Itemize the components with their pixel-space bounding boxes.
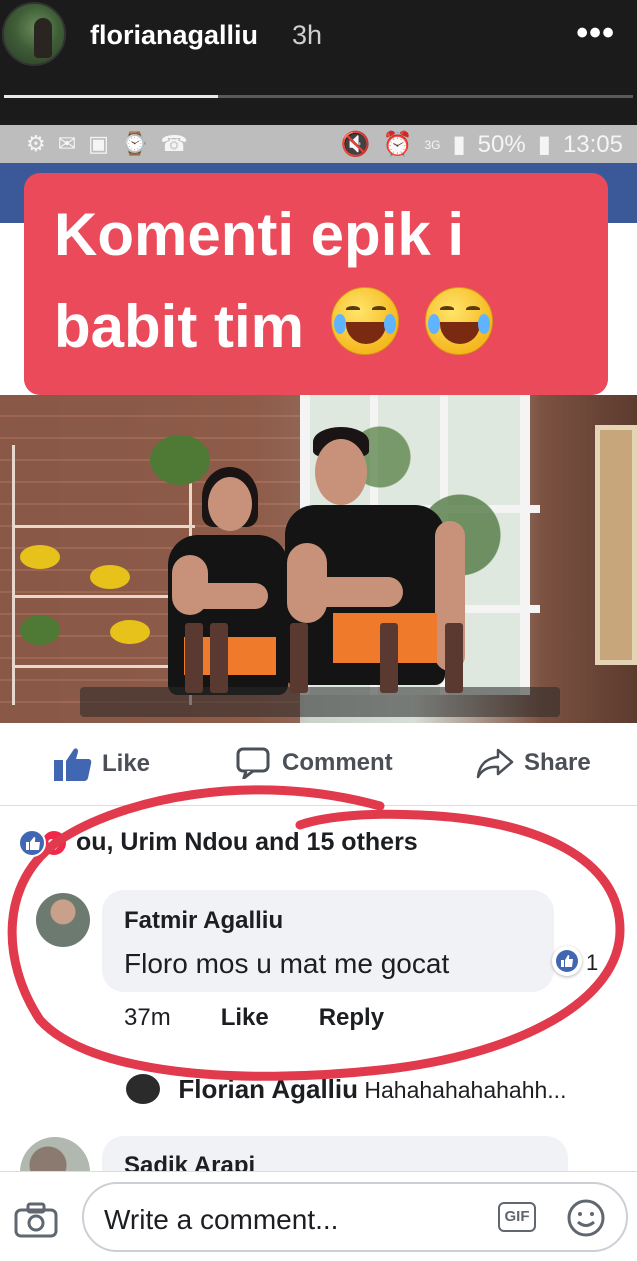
like-reaction-icon <box>18 828 46 857</box>
reactions-summary[interactable]: ou, Urim Ndou and 15 others <box>18 828 418 857</box>
video-flower <box>90 565 130 589</box>
post-video[interactable] <box>0 395 637 723</box>
video-product <box>210 623 228 693</box>
story-username[interactable]: florianagalliu <box>90 20 258 51</box>
mail-icon: ✉ <box>57 131 77 156</box>
comment-icon <box>236 747 270 779</box>
video-product <box>185 623 203 693</box>
story-text-sticker[interactable]: Komenti epik i babit tim <box>24 173 608 395</box>
actions-divider <box>0 805 637 806</box>
network-type: 3G <box>424 137 441 152</box>
reactions-text: ou, Urim Ndou and 15 others <box>76 828 418 856</box>
tears-of-joy-emoji-icon <box>330 287 399 355</box>
sticker-line-1: Komenti epik i <box>54 201 465 268</box>
sticker-line-2: babit tim <box>54 281 608 373</box>
comment-text: Floro mos u mat me gocat <box>124 948 450 979</box>
like-button[interactable]: Like <box>54 747 150 781</box>
video-flower <box>110 620 150 644</box>
video-painting <box>595 425 637 665</box>
commenter-avatar[interactable] <box>36 893 90 947</box>
story-header: florianagalliu 3h ••• <box>0 0 637 125</box>
comment-reply-button[interactable]: Reply <box>319 1004 384 1032</box>
comment-composer: Write a comment... GIF <box>0 1171 637 1261</box>
comment-input[interactable]: Write a comment... GIF <box>82 1182 628 1252</box>
emoji-icon[interactable] <box>566 1198 606 1238</box>
reply-author: Florian Agalliu <box>178 1074 358 1104</box>
like-label: Like <box>102 750 151 777</box>
notification-icons: ⚙ ✉ ▣ ⌚ ☎ <box>26 131 188 157</box>
more-options-icon[interactable]: ••• <box>576 14 615 53</box>
story-time: 3h <box>292 20 323 50</box>
story-progress-fill <box>4 95 218 98</box>
reply-preview[interactable]: Florian Agalliu Hahahahahahahh... <box>126 1074 566 1105</box>
battery-icon: ▮ <box>537 131 551 158</box>
battery-percent: 50% <box>477 130 526 158</box>
clock-alert-icon: ⌚ <box>120 131 149 156</box>
video-product <box>445 623 463 693</box>
thumbs-up-icon <box>54 748 92 781</box>
story-progress-bar <box>4 95 633 98</box>
signal-icon: ▮ <box>452 131 466 158</box>
comment-button[interactable]: Comment <box>236 747 393 779</box>
video-product <box>290 623 308 693</box>
tears-of-joy-emoji-icon <box>425 287 494 355</box>
whatsapp-icon: ☎ <box>160 131 188 156</box>
system-icons: 🔇 ⏰ 3G ▮ 50% ▮ 13:05 <box>341 130 623 159</box>
comment-author[interactable]: Fatmir Agalliu <box>124 907 283 935</box>
comment-label: Comment <box>282 749 393 776</box>
gallery-icon: ▣ <box>88 131 109 156</box>
comment-time: 37m <box>124 1004 171 1031</box>
comment-input-placeholder: Write a comment... <box>104 1204 339 1235</box>
video-plant <box>20 615 60 645</box>
reply-arrow-icon <box>126 1074 160 1104</box>
status-time: 13:05 <box>562 130 623 158</box>
comment-like-badge-icon <box>552 946 582 976</box>
video-product <box>380 623 398 693</box>
alarm-icon: ⏰ <box>382 131 413 158</box>
phone-status-bar: ⚙ ✉ ▣ ⌚ ☎ 🔇 ⏰ 3G ▮ 50% ▮ 13:05 <box>0 125 637 163</box>
share-icon <box>476 748 514 779</box>
comment-like-button[interactable]: Like <box>221 1004 269 1032</box>
usb-icon: ⚙ <box>26 131 46 156</box>
share-button[interactable]: Share <box>476 747 591 779</box>
video-flower <box>20 545 60 569</box>
comment-like-count: 1 <box>586 950 599 975</box>
sticker-line-2-text: babit tim <box>54 293 304 360</box>
reply-text: Hahahahahahahh... <box>364 1077 567 1103</box>
video-table <box>80 687 560 717</box>
gif-button[interactable]: GIF <box>498 1202 536 1232</box>
video-person-man <box>285 425 465 723</box>
comment-meta: 37m Like Reply <box>124 1004 384 1032</box>
camera-icon[interactable] <box>14 1202 58 1238</box>
mute-icon: 🔇 <box>340 131 371 158</box>
share-label: Share <box>524 749 591 776</box>
post-actions: Like Comment Share <box>0 735 637 797</box>
story-avatar[interactable] <box>2 2 66 66</box>
